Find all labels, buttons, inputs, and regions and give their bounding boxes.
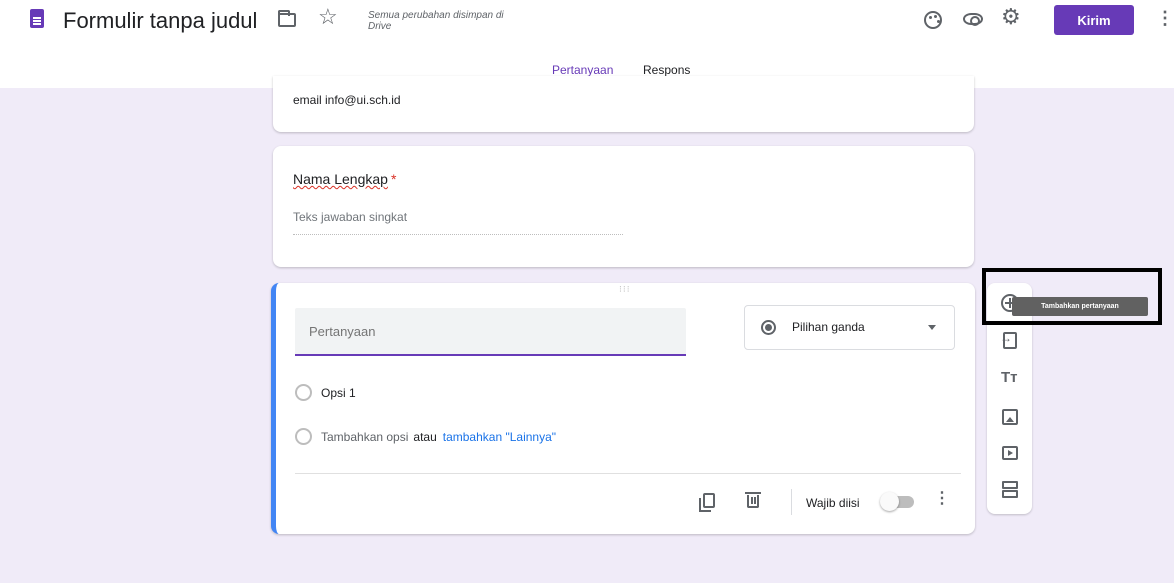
settings-gear-icon[interactable]: ⚙ — [1001, 6, 1021, 28]
question-type-dropdown[interactable]: Pilihan ganda — [744, 305, 955, 350]
forms-logo-icon[interactable] — [30, 9, 44, 28]
question-title: Nama Lengkap * — [293, 171, 396, 187]
question-input[interactable] — [295, 308, 686, 356]
description-overflow — [293, 80, 943, 86]
star-icon[interactable]: ☆ — [318, 6, 338, 28]
toggle-thumb — [880, 492, 899, 511]
question-title-text: Nama Lengkap — [293, 171, 388, 187]
duplicate-icon[interactable] — [699, 493, 715, 512]
form-canvas: email info@ui.sch.id Nama Lengkap * Teks … — [0, 76, 1174, 583]
card-footer-divider — [295, 473, 961, 474]
import-questions-icon[interactable] — [1000, 331, 1017, 349]
add-title-icon[interactable]: Tт — [1001, 369, 1023, 387]
radio-unchecked-icon — [295, 428, 312, 445]
question-card-name[interactable]: Nama Lengkap * Teks jawaban singkat — [273, 146, 974, 267]
tab-responses[interactable]: Respons — [643, 63, 690, 77]
add-question-tooltip: Tambahkan pertanyaan — [1012, 297, 1148, 316]
question-type-label: Pilihan ganda — [792, 320, 865, 334]
add-option-link[interactable]: Tambahkan opsi — [321, 430, 408, 444]
form-title[interactable]: Formulir tanpa judul — [63, 8, 257, 34]
top-bar: Formulir tanpa judul ☆ Semua perubahan d… — [0, 0, 1174, 48]
short-answer-placeholder: Teks jawaban singkat — [293, 210, 623, 235]
save-status: Semua perubahan disimpan di Drive — [368, 10, 504, 32]
or-label: atau — [413, 429, 437, 444]
more-options-icon[interactable]: ⋮ — [1156, 9, 1174, 27]
add-video-icon[interactable] — [1002, 446, 1018, 460]
option-row[interactable]: Opsi 1 — [295, 384, 356, 401]
description-card[interactable]: email info@ui.sch.id — [273, 76, 974, 132]
radio-checked-icon — [761, 320, 776, 335]
add-other-link[interactable]: tambahkan "Lainnya" — [443, 430, 556, 444]
chevron-down-icon — [928, 325, 936, 330]
footer-vertical-divider — [791, 489, 792, 515]
drag-handle-icon[interactable]: ⁝⁝⁝ — [619, 284, 631, 295]
description-text: email info@ui.sch.id — [293, 93, 401, 107]
required-toggle[interactable] — [880, 492, 916, 511]
delete-icon[interactable] — [745, 492, 761, 508]
tab-questions[interactable]: Pertanyaan — [552, 63, 613, 77]
palette-icon[interactable] — [924, 11, 942, 29]
add-section-icon[interactable] — [1002, 481, 1018, 498]
add-option-row: Tambahkan opsi atau tambahkan "Lainnya" — [295, 428, 556, 445]
question-more-icon[interactable]: ⋮ — [934, 491, 950, 507]
preview-eye-icon[interactable] — [963, 13, 983, 26]
required-marker: * — [390, 171, 397, 187]
active-question-card[interactable]: ⁝⁝⁝ Pilihan ganda Opsi 1 Tambahkan opsi … — [271, 283, 975, 534]
radio-unchecked-icon — [295, 384, 312, 401]
add-image-icon[interactable] — [1002, 409, 1018, 425]
send-button[interactable]: Kirim — [1054, 5, 1134, 35]
option-label[interactable]: Opsi 1 — [321, 386, 356, 400]
required-label: Wajib diisi — [806, 496, 860, 510]
folder-icon[interactable] — [278, 10, 296, 27]
